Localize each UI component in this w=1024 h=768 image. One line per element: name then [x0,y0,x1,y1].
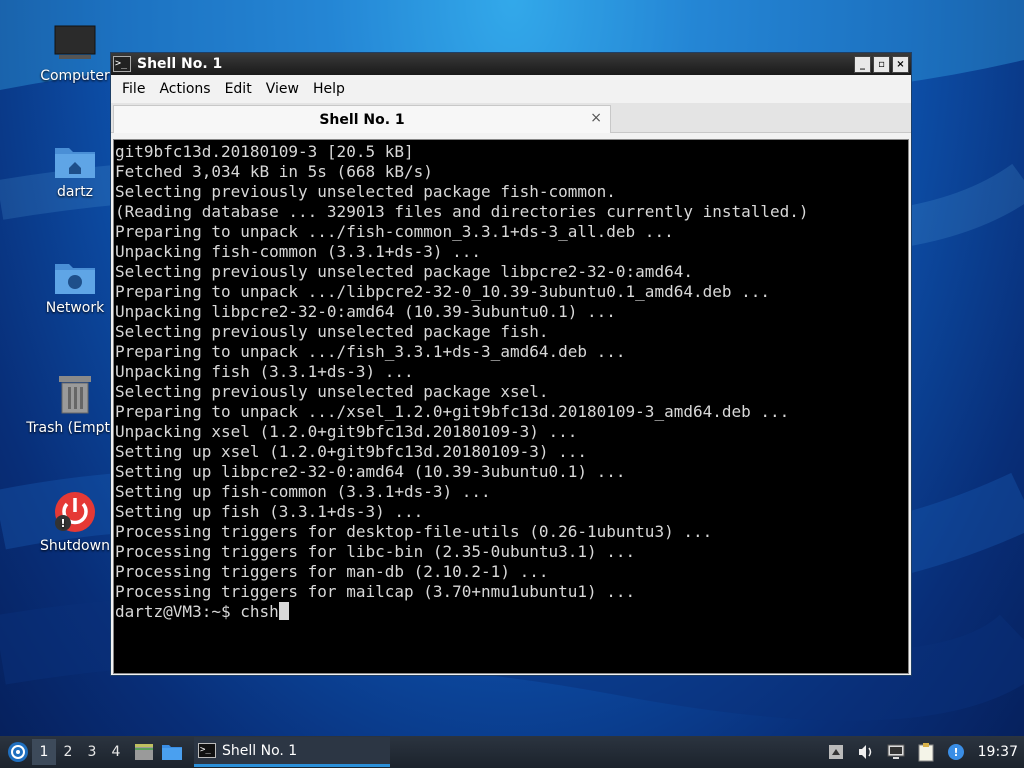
taskbar-item-shell[interactable]: >_ Shell No. 1 [194,737,390,767]
tray-arrow-button[interactable] [824,740,848,764]
file-manager-button[interactable] [160,740,184,764]
menu-file[interactable]: File [115,81,152,97]
terminal-line: Selecting previously unselected package … [115,382,549,401]
trash-icon [59,376,91,414]
terminal-window: >_ Shell No. 1 _ ▫ × File Actions Edit V… [110,52,912,676]
terminal-line: Selecting previously unselected package … [115,322,549,341]
terminal-line: Selecting previously unselected package … [115,182,616,201]
home-folder-icon [55,148,95,178]
terminal-line: Setting up xsel (1.2.0+git9bfc13d.201801… [115,442,588,461]
tab-label: Shell No. 1 [319,111,405,128]
terminal-line: Unpacking fish (3.3.1+ds-3) ... [115,362,414,381]
speaker-icon [858,745,871,759]
system-tray: ! 19:37 [818,740,1024,764]
menu-edit[interactable]: Edit [218,81,259,97]
minimize-button[interactable]: _ [854,55,871,73]
terminal-line: (Reading database ... 329013 files and d… [115,202,809,221]
terminal-line: Processing triggers for libc-bin (2.35-0… [115,542,636,561]
terminal-line: Processing triggers for man-db (2.10.2-1… [115,562,549,581]
workspace-4[interactable]: 4 [104,739,128,765]
terminal-line: Processing triggers for desktop-file-uti… [115,522,713,541]
workspace-2[interactable]: 2 [56,739,80,765]
terminal-line: Setting up fish-common (3.3.1+ds-3) ... [115,482,491,501]
terminal-line: Setting up fish (3.3.1+ds-3) ... [115,502,424,521]
computer-icon [54,25,96,59]
terminal-line: Preparing to unpack .../fish_3.3.1+ds-3_… [115,342,626,361]
folder-icon [162,745,182,760]
terminal-line: Preparing to unpack .../xsel_1.2.0+git9b… [115,402,790,421]
terminal-line: Preparing to unpack .../fish-common_3.3.… [115,222,674,241]
update-notification-icon: ! [947,744,964,760]
terminal-line: Unpacking xsel (1.2.0+git9bfc13d.2018010… [115,422,578,441]
terminal-line: Processing triggers for mailcap (3.70+nm… [115,582,636,601]
menu-help[interactable]: Help [306,81,352,97]
maximize-button[interactable]: ▫ [873,55,890,73]
menu-bar: File Actions Edit View Help [111,75,911,103]
show-desktop-button[interactable] [132,740,156,764]
terminal-prompt-line[interactable]: dartz@VM3:~$ chsh [115,602,908,622]
terminal-line: git9bfc13d.20180109-3 [20.5 kB] [115,142,414,161]
tab-shell-1[interactable]: Shell No. 1 × [113,105,611,133]
clock[interactable]: 19:37 [978,744,1018,760]
menu-view[interactable]: View [259,81,306,97]
window-titlebar[interactable]: >_ Shell No. 1 _ ▫ × [111,53,911,75]
terminal-line: Setting up libpcre2-32-0:amd64 (10.39-3u… [115,462,626,481]
tab-bar: Shell No. 1 × [111,103,911,133]
clipboard-button[interactable] [914,740,938,764]
close-button[interactable]: × [892,55,909,73]
volume-button[interactable] [854,740,878,764]
terminal-line: Preparing to unpack .../libpcre2-32-0_10… [115,282,771,301]
taskbar-item-label: Shell No. 1 [222,742,298,759]
terminal-line: Unpacking fish-common (3.3.1+ds-3) ... [115,242,482,261]
svg-text:!: ! [953,746,958,759]
network-button[interactable] [884,740,908,764]
terminal-line: Fetched 3,034 kB in 5s (668 kB/s) [115,162,433,181]
svg-text:!: ! [60,517,65,530]
window-title: Shell No. 1 [137,56,223,72]
clipboard-icon [918,743,934,762]
terminal-icon: >_ [113,56,131,72]
up-arrow-icon [828,745,843,759]
network-folder-icon [55,264,95,294]
updates-button[interactable]: ! [944,740,968,764]
terminal-prompt: dartz@VM3:~$ [115,602,241,621]
menu-actions[interactable]: Actions [152,81,217,97]
taskbar: 1 2 3 4 >_ Shell No. 1 ! 19:37 [0,736,1024,768]
workspace-3[interactable]: 3 [80,739,104,765]
network-icon [887,744,905,759]
show-desktop-icon [135,744,153,760]
terminal-line: Selecting previously unselected package … [115,262,693,281]
terminal-command: chsh [240,602,279,621]
terminal-output[interactable]: git9bfc13d.20180109-3 [20.5 kB] Fetched … [113,139,909,674]
terminal-icon: >_ [198,743,216,758]
workspace-1[interactable]: 1 [32,739,56,765]
start-menu-button[interactable] [4,738,32,766]
terminal-line: Unpacking libpcre2-32-0:amd64 (10.39-3ub… [115,302,616,321]
tab-close-icon[interactable]: × [590,110,602,126]
terminal-cursor [278,602,289,620]
power-icon: ! [55,492,95,532]
lubuntu-logo-icon [8,742,28,762]
